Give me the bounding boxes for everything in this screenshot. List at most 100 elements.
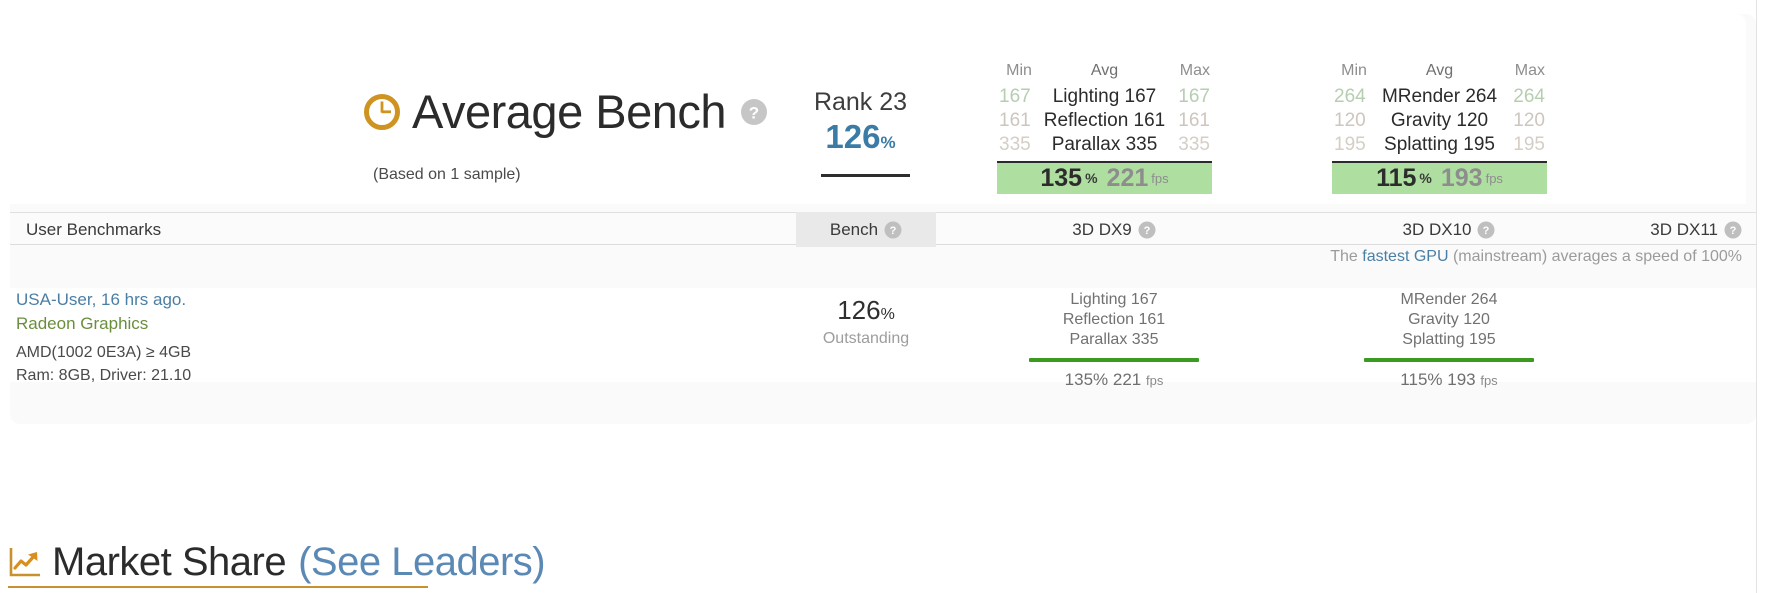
svg-text:?: ?	[890, 225, 897, 237]
trend-chart-icon	[8, 545, 42, 579]
column-header-label: 3D DX9	[1072, 219, 1132, 239]
rank-score-value: 126	[825, 117, 881, 155]
user-benchmarks-table: User Benchmarks Bench ? 3D DX9 ? 3D DX10…	[10, 212, 1756, 247]
stat-avg: Splatting 195	[1384, 133, 1495, 155]
stat-max: 335	[1178, 133, 1210, 155]
stat-min: 161	[999, 109, 1031, 131]
fastest-note-suffix: (mainstream) averages a speed of 100%	[1448, 248, 1742, 265]
row-dx9-line-1: Lighting 167	[1070, 291, 1158, 308]
market-share-underline	[8, 586, 428, 588]
column-header-dx9[interactable]: 3D DX9 ?	[1003, 213, 1225, 246]
stat-head-dx9: Min Avg Max	[997, 62, 1212, 85]
stat-head-avg: Avg	[1090, 62, 1119, 79]
clock-icon	[363, 93, 401, 131]
row-dx10-total-unit: fps	[1480, 373, 1498, 389]
stat-head-dx10: Min Avg Max	[1332, 62, 1547, 85]
stat-min: 120	[1334, 109, 1366, 131]
market-share-heading: Market Share (See Leaders)	[8, 540, 546, 584]
fastest-gpu-note: The fastest GPU (mainstream) averages a …	[10, 248, 1750, 266]
row-dx10-line-2: Gravity 120	[1408, 311, 1490, 329]
stat-row: 161 Reflection 161 161	[997, 109, 1212, 133]
stat-head-min: Min	[1341, 62, 1367, 79]
row-bench-cell: 126% Outstanding	[796, 296, 936, 348]
row-bench-score-unit: %	[880, 306, 895, 323]
svg-text:?: ?	[749, 103, 759, 122]
help-icon[interactable]: ?	[884, 221, 902, 239]
gpu-name-link[interactable]: Radeon Graphics	[16, 312, 191, 336]
row-bench-rating: Outstanding	[822, 329, 910, 347]
table-row[interactable]: USA-User, 16 hrs ago. Radeon Graphics AM…	[10, 288, 1756, 389]
stat-max: 195	[1513, 133, 1545, 155]
stat-head-max: Max	[1514, 62, 1545, 79]
column-header-dx11[interactable]: 3D DX11 ?	[1610, 213, 1750, 246]
rank-label: Rank 23	[813, 88, 908, 116]
help-icon[interactable]: ?	[1138, 221, 1156, 239]
stat-max: 120	[1513, 109, 1545, 131]
svg-text:?: ?	[1143, 225, 1150, 237]
stat-avg: Lighting 167	[1052, 86, 1157, 107]
stat-group-dx9: Min Avg Max 167 Lighting 167 167 161 Ref…	[997, 62, 1212, 194]
column-header-label: 3D DX10	[1402, 219, 1472, 239]
stat-total-unit: %	[1085, 170, 1098, 187]
sample-note: (Based on 1 sample)	[373, 166, 521, 183]
column-header-dx10[interactable]: 3D DX10 ?	[1338, 213, 1560, 246]
stat-row: 335 Parallax 335 335	[997, 133, 1212, 157]
row-dx9-total: 135% 221 fps	[1003, 370, 1225, 390]
stat-head-avg: Avg	[1425, 62, 1454, 79]
help-icon[interactable]: ?	[1724, 221, 1742, 239]
stat-avg: MRender 264	[1381, 86, 1498, 107]
average-bench-hero: Average Bench ? (Based on 1 sample) Rank…	[0, 14, 1746, 204]
stat-row: 264 MRender 264 264	[1332, 85, 1547, 109]
column-header-bench[interactable]: Bench ?	[796, 212, 936, 247]
stat-avg: Parallax 335	[1051, 133, 1158, 155]
stat-min: 335	[999, 133, 1031, 155]
see-leaders-link[interactable]: (See Leaders)	[298, 542, 545, 582]
row-user-info: USA-User, 16 hrs ago. Radeon Graphics AM…	[16, 288, 191, 387]
svg-text:?: ?	[1483, 225, 1490, 237]
stat-head-max: Max	[1179, 62, 1210, 79]
row-dx10-cell: MRender 264 Gravity 120 Splatting 195 11…	[1338, 290, 1560, 390]
stat-total-score: 135	[1040, 163, 1083, 192]
table-header-row: User Benchmarks Bench ? 3D DX9 ? 3D DX10…	[10, 212, 1756, 247]
row-dx9-line-2: Reflection 161	[1062, 311, 1166, 329]
stat-min: 167	[999, 86, 1031, 107]
gpu-spec-line-2: Ram: 8GB, Driver: 21.10	[16, 366, 192, 384]
market-share-title: Market Share	[52, 540, 287, 584]
row-dx10-total: 115% 193 fps	[1338, 370, 1560, 390]
average-bench-title-block: Average Bench ?	[363, 88, 768, 135]
stat-head-min: Min	[1006, 62, 1032, 79]
row-dx10-line-1: MRender 264	[1400, 291, 1498, 308]
help-icon[interactable]: ?	[1477, 221, 1495, 239]
stat-total-dx10: 115% 193 fps	[1332, 160, 1547, 194]
rank-score: 126%	[813, 118, 908, 157]
column-header-label: User Benchmarks	[26, 219, 162, 239]
stat-max: 161	[1178, 109, 1210, 131]
stat-avg: Reflection 161	[1043, 109, 1166, 131]
fastest-gpu-link[interactable]: fastest GPU	[1362, 248, 1448, 265]
column-header-label: Bench	[829, 219, 879, 239]
stat-row: 167 Lighting 167 167	[997, 85, 1212, 109]
stat-total-fps-unit: fps	[1151, 170, 1169, 186]
page-right-border	[1756, 0, 1757, 593]
svg-text:?: ?	[1730, 225, 1737, 237]
page-root: Average Bench ? (Based on 1 sample) Rank…	[0, 0, 1781, 593]
row-dx9-total-value: 135% 221	[1064, 370, 1142, 390]
stat-max: 167	[1178, 86, 1210, 107]
row-dx10-total-value: 115% 193	[1400, 370, 1476, 390]
help-icon[interactable]: ?	[740, 98, 768, 126]
row-dx9-line-3: Parallax 335	[1069, 331, 1159, 349]
user-name-link[interactable]: USA-User, 16 hrs ago.	[16, 288, 191, 312]
rank-score-unit: %	[880, 132, 896, 152]
stat-total-fps: 221	[1106, 163, 1149, 192]
stat-total-unit: %	[1419, 170, 1432, 187]
stat-total-fps: 193	[1440, 163, 1483, 192]
page-title: Average Bench	[412, 85, 727, 138]
stat-min: 195	[1334, 133, 1366, 155]
gpu-spec-line-1: AMD(1002 0E3A) ≥ 4GB	[16, 344, 192, 362]
row-dx10-score-bar	[1364, 358, 1534, 363]
row-dx10-line-3: Splatting 195	[1402, 331, 1496, 349]
stat-row: 120 Gravity 120 120	[1332, 109, 1547, 133]
stat-min: 264	[1334, 86, 1366, 107]
stat-total-dx9: 135% 221 fps	[997, 160, 1212, 194]
rank-underline	[821, 174, 910, 177]
